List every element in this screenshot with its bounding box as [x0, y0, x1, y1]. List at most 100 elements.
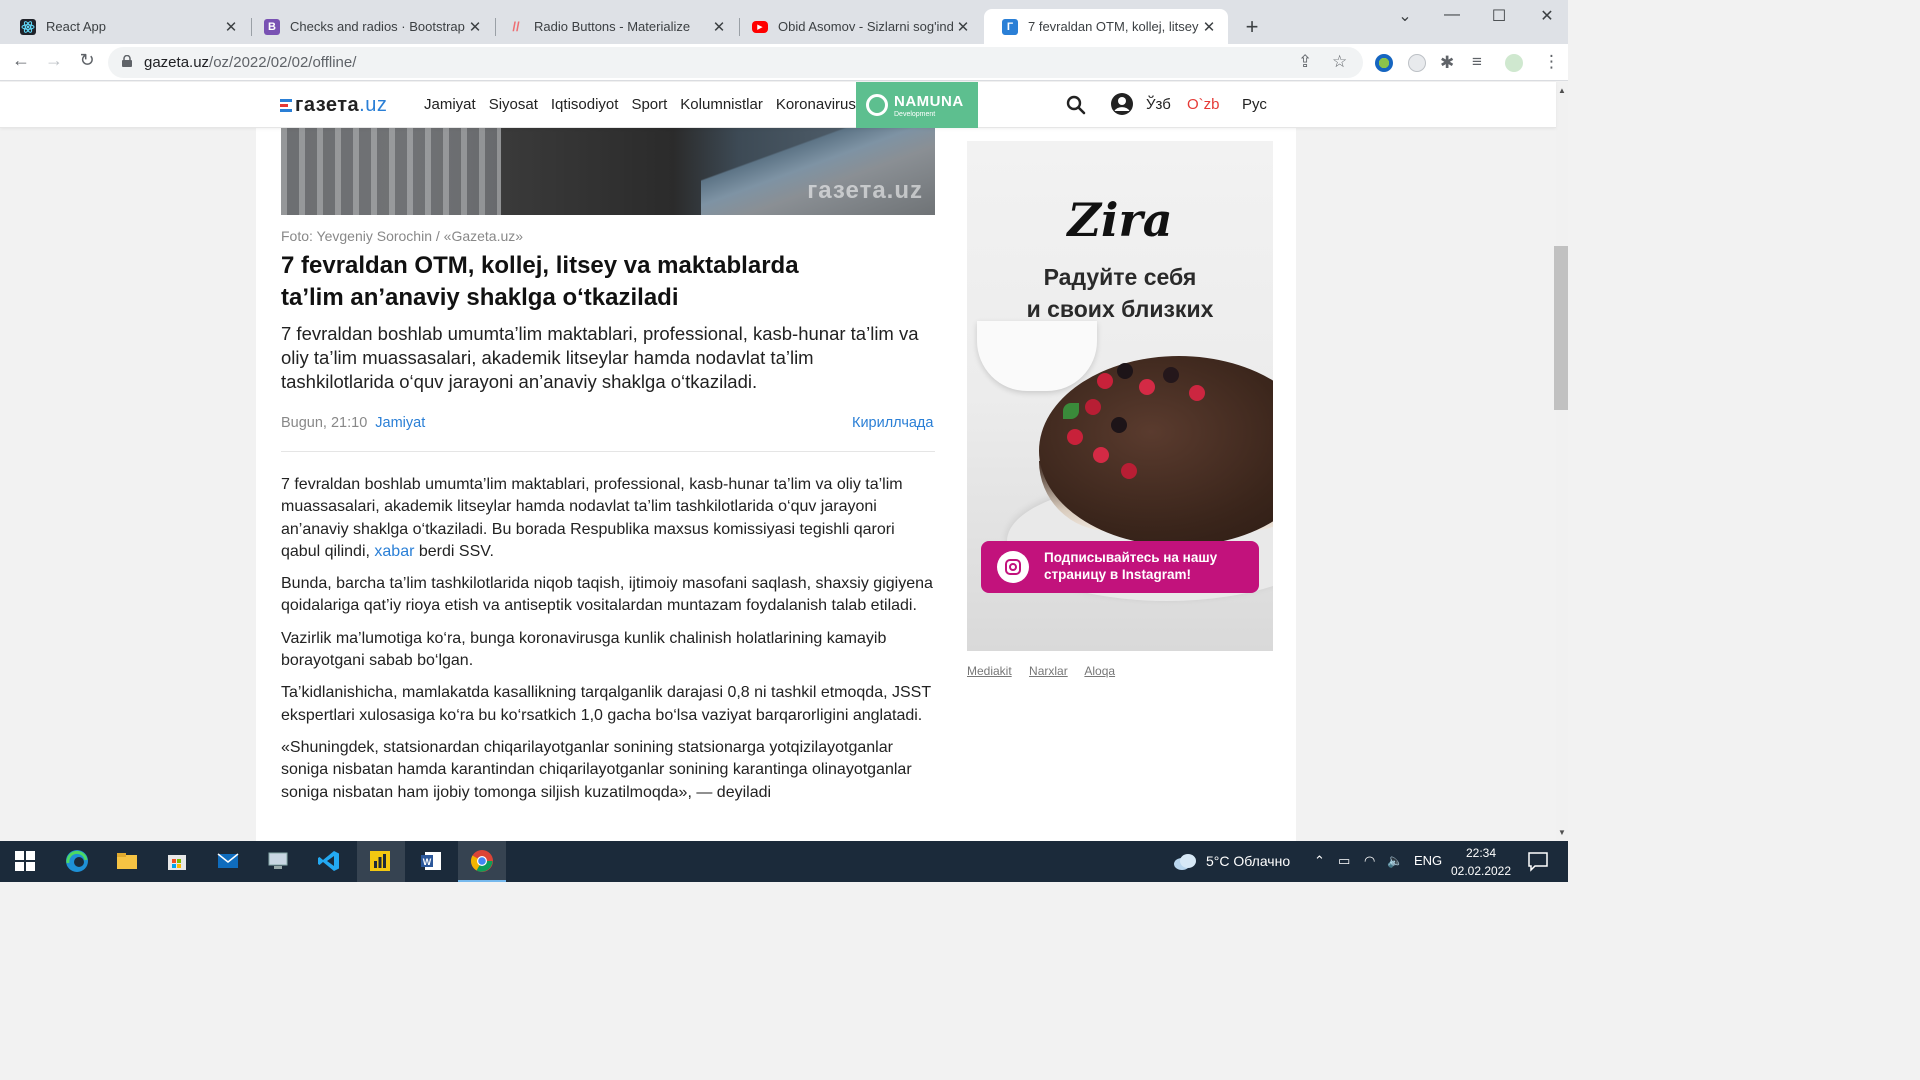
ad-mint-leaf: [1063, 403, 1079, 419]
article-headline: 7 fevraldan OTM, kollej, litsey va makta…: [281, 252, 799, 311]
profile-avatar[interactable]: [1505, 54, 1523, 72]
namuna-subtitle: Development: [894, 111, 936, 118]
ad-instagram-button[interactable]: Подписывайтесь на нашу страницу в Instag…: [981, 541, 1259, 593]
tab-title: Radio Buttons - Materialize: [534, 19, 691, 34]
user-account-icon[interactable]: [1110, 92, 1134, 116]
system-clock[interactable]: 22:34 02.02.2022: [1450, 844, 1512, 880]
namuna-logo-icon: [866, 94, 888, 116]
vscode-icon[interactable]: [317, 849, 341, 873]
wifi-icon[interactable]: ◠: [1364, 853, 1375, 869]
ad-raspberry: [1139, 379, 1155, 395]
source-link[interactable]: xabar: [374, 543, 414, 560]
nav-koronavirus[interactable]: Koronavirus: [776, 96, 856, 113]
tab-title: 7 fevraldan OTM, kollej, litsey va: [1028, 19, 1200, 34]
back-arrow-icon[interactable]: ←: [9, 50, 33, 71]
powerbi-icon[interactable]: [368, 849, 392, 873]
nav-sport[interactable]: Sport: [631, 96, 667, 113]
namuna-title: NAMUNA: [894, 93, 964, 110]
tab-search-chevron-icon[interactable]: ⌄: [1390, 6, 1420, 26]
volume-icon[interactable]: 🔈: [1387, 853, 1403, 869]
mediakit-link[interactable]: Mediakit: [967, 664, 1012, 678]
tab-youtube[interactable]: ▶ Obid Asomov - Sizlarni sog'indim ✕: [734, 9, 982, 44]
forward-arrow-icon[interactable]: →: [42, 50, 66, 71]
new-tab-plus-icon[interactable]: +: [1240, 14, 1264, 40]
extension-clock-icon[interactable]: [1408, 54, 1426, 72]
article-meta: Bugun, 21:10 Jamiyat: [281, 415, 425, 431]
article-category-link[interactable]: Jamiyat: [375, 415, 425, 431]
tab-gazeta-active[interactable]: Г 7 fevraldan OTM, kollej, litsey va ✕: [984, 9, 1228, 44]
logo-tld: .uz: [359, 94, 388, 116]
tab-close-icon[interactable]: ✕: [222, 18, 240, 36]
gazeta-logo[interactable]: газета.uz: [280, 94, 387, 117]
lang-russian[interactable]: Рус: [1242, 96, 1267, 113]
chrome-menu-icon[interactable]: ⋮: [1543, 52, 1560, 72]
article-paragraph: Bunda, barcha ta’lim tashkilotlarida niq…: [281, 575, 933, 615]
search-icon[interactable]: [1066, 95, 1086, 115]
tab-close-icon[interactable]: ✕: [466, 18, 484, 36]
weather-text[interactable]: 5°C Облачно: [1206, 853, 1290, 869]
microsoft-store-icon[interactable]: [165, 849, 189, 873]
clock-time: 22:34: [1465, 846, 1497, 860]
lock-icon: [122, 55, 132, 67]
share-icon[interactable]: ⇪: [1298, 52, 1312, 72]
mail-icon[interactable]: [216, 849, 240, 873]
computer-app-icon[interactable]: [266, 849, 290, 873]
lang-uzb-latin[interactable]: O`zb: [1187, 96, 1220, 113]
photo-railing: [281, 128, 501, 215]
tab-close-icon[interactable]: ✕: [954, 18, 972, 36]
page-scrollbar[interactable]: [1556, 82, 1568, 841]
youtube-favicon-icon: ▶: [752, 20, 768, 33]
edge-browser-icon[interactable]: [65, 849, 89, 873]
url-text: gazeta.uz/oz/2022/02/02/offline/: [144, 54, 356, 71]
cyrillic-version-link[interactable]: Кириллчада: [852, 415, 933, 431]
clock-date: 02.02.2022: [1450, 864, 1512, 878]
tab-close-icon[interactable]: ✕: [1200, 18, 1218, 36]
input-language[interactable]: ENG: [1414, 853, 1442, 868]
nav-iqtisodiyot[interactable]: Iqtisodiyot: [551, 96, 619, 113]
chrome-icon[interactable]: [470, 849, 494, 873]
file-explorer-icon[interactable]: [115, 849, 139, 873]
extension-globe-icon[interactable]: [1375, 54, 1393, 72]
windows-start-icon[interactable]: [13, 849, 37, 873]
ad-brand-zira: Zira: [1067, 193, 1173, 247]
bookmark-star-icon[interactable]: ☆: [1332, 52, 1347, 72]
scroll-up-arrow-icon[interactable]: ▲: [1556, 86, 1568, 95]
photo-watermark: газета.uz: [807, 177, 923, 204]
article-paragraph: 7 fevraldan boshlab umumta’lim maktablar…: [281, 476, 903, 560]
tray-expand-icon[interactable]: ⌃: [1314, 853, 1325, 869]
tab-react-app[interactable]: React App ✕: [2, 9, 250, 44]
ad-instagram-text: Подписывайтесь на нашу страницу в Instag…: [1044, 550, 1218, 582]
article-page: газета.uz Foto: Yevgeniy Sorochin / «Gaz…: [256, 128, 1296, 841]
battery-icon[interactable]: ▭: [1338, 853, 1350, 869]
bootstrap-favicon-icon: B: [264, 18, 280, 35]
address-bar[interactable]: gazeta.uz/oz/2022/02/02/offline/ ⇪ ☆: [108, 47, 1363, 78]
logo-mark-icon: [280, 97, 292, 114]
zira-advertisement[interactable]: Zira Радуйте себя и своих близких Подпис…: [967, 141, 1273, 651]
site-header: газета.uz Jamiyat Siyosat Iqtisodiyot Sp…: [0, 82, 1556, 128]
tab-bootstrap[interactable]: B Checks and radios · Bootstrap v5 ✕: [246, 9, 494, 44]
scrollbar-thumb[interactable]: [1554, 246, 1568, 410]
scroll-down-arrow-icon[interactable]: ▼: [1556, 828, 1568, 837]
narxlar-link[interactable]: Narxlar: [1029, 664, 1068, 678]
window-close-icon[interactable]: ✕: [1532, 6, 1562, 26]
namuna-promo-banner[interactable]: NAMUNA Development: [856, 82, 978, 128]
ad-raspberry: [1093, 447, 1109, 463]
maximize-icon[interactable]: ☐: [1484, 6, 1514, 26]
weather-cloud-icon[interactable]: [1172, 851, 1198, 871]
reading-list-icon[interactable]: ≡: [1472, 52, 1482, 72]
tab-close-icon[interactable]: ✕: [710, 18, 728, 36]
article-body: 7 fevraldan boshlab umumta’lim maktablar…: [281, 474, 936, 814]
word-icon[interactable]: W: [419, 849, 443, 873]
nav-jamiyat[interactable]: Jamiyat: [424, 96, 476, 113]
aloqa-link[interactable]: Aloqa: [1084, 664, 1115, 678]
logo-text: газета: [295, 94, 360, 116]
minimize-icon[interactable]: —: [1437, 6, 1467, 24]
extensions-puzzle-icon[interactable]: ✱: [1440, 53, 1454, 73]
tab-materialize[interactable]: // Radio Buttons - Materialize ✕: [490, 9, 738, 44]
nav-kolumnistlar[interactable]: Kolumnistlar: [680, 96, 763, 113]
materialize-favicon-icon: //: [512, 19, 520, 34]
reload-icon[interactable]: ↻: [75, 50, 99, 71]
notifications-icon[interactable]: [1526, 849, 1550, 873]
lang-uzb-cyrillic[interactable]: Ўзб: [1146, 96, 1171, 113]
nav-siyosat[interactable]: Siyosat: [489, 96, 538, 113]
